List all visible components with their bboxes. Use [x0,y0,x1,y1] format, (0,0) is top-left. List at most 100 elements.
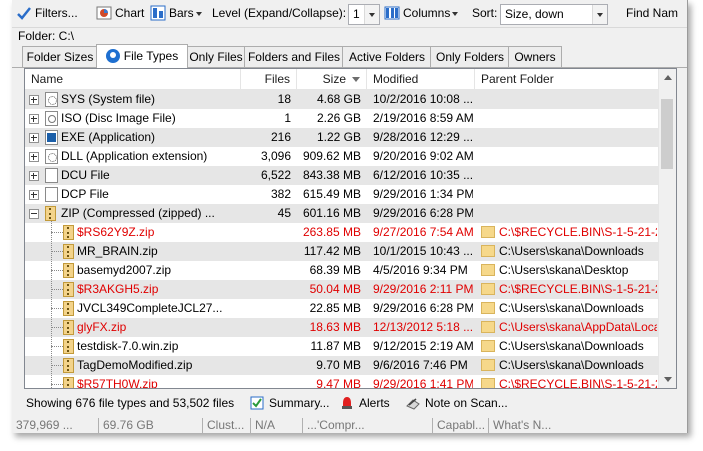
row-modified: 12/13/2012 5:18 ... [373,320,473,334]
row-name: EXE (Application) [61,130,156,144]
file-row[interactable]: TagDemoModified.zip 9.70 MB 9/6/2016 7:46 … [25,356,659,375]
tab-folder-sizes[interactable]: Folder Sizes [22,46,98,67]
alerts-button[interactable]: Alerts [340,392,390,414]
bottom-capability: Capabl... [432,418,485,433]
chart-button[interactable]: Chart [96,4,144,22]
file-row[interactable]: $R57TH0W.zip 9.47 MB 9/29/2016 1:41 PM C:\$… [25,375,659,388]
find-name-button[interactable]: Find Nam [626,4,678,22]
file-type-row[interactable]: DCP File 382 615.49 MB 9/29/2016 1:34 PM [25,185,659,204]
zip-icon [63,358,74,373]
row-files: 18 [277,92,291,106]
tab-active-folders[interactable]: Active Folders [342,46,432,67]
file-row[interactable]: glyFX.zip 18.63 MB 12/13/2012 5:18 ... C:\U… [25,318,659,337]
sort-combobox[interactable]: Size, down [500,4,608,25]
bars-dropdown[interactable]: Bars [150,4,202,22]
folder-icon [481,226,495,238]
file-type-row[interactable]: DCU File 6,522 843.38 MB 6/12/2016 10:35 ..… [25,166,659,185]
file-row[interactable]: testdisk-7.0.win.zip 11.87 MB 9/12/2015 2:… [25,337,659,356]
folder-icon [481,245,495,257]
row-name: ZIP (Compressed (zipped) ... [61,206,215,220]
row-modified: 9/29/2016 1:41 PM [373,377,473,388]
column-header-size[interactable]: Size [297,69,367,89]
expand-icon[interactable] [29,171,39,181]
level-dropdown-button[interactable] [364,5,379,24]
file-type-row[interactable]: EXE (Application) 216 1.22 GB 9/28/2016 12:… [25,128,659,147]
row-size: 615.49 MB [302,187,361,201]
column-header-files[interactable]: Files [241,69,297,89]
tab-file-types[interactable]: File Types [96,44,188,68]
file-type-row[interactable]: DLL (Application extension) 3,096 909.62 M… [25,147,659,166]
row-name: JVCL349CompleteJCL27... [77,301,223,315]
tab-only-folders[interactable]: Only Folders [430,46,510,67]
bottom-cluster-label: Clust... [202,418,244,433]
row-files [241,356,291,375]
row-modified: 4/5/2016 9:34 PM [373,263,468,277]
document-icon [45,168,58,183]
file-row[interactable]: MR_BRAIN.zip 117.42 MB 10/1/2015 10:43 ...… [25,242,659,261]
sort-dropdown-button[interactable] [592,5,607,24]
scroll-thumb[interactable] [661,99,673,169]
file-type-row[interactable]: ISO (Disc Image File) 1 2.26 GB 2/19/2016 8… [25,109,659,128]
level-combobox[interactable]: 1 [348,4,380,25]
vertical-scrollbar[interactable] [658,69,676,388]
row-name: $RS62Y9Z.zip [77,225,155,239]
document-icon [45,187,58,202]
chart-icon [96,6,112,20]
row-modified: 9/28/2016 12:29 ... [373,130,473,144]
chevron-up-icon [664,75,672,80]
tree-connector [51,308,63,309]
file-row[interactable]: JVCL349CompleteJCL27... 22.85 MB 9/29/2016… [25,299,659,318]
tree-connector [51,327,63,328]
row-name: $R57TH0W.zip [77,377,158,388]
column-header-parent-folder[interactable]: Parent Folder [475,69,659,89]
folder-icon [481,302,495,314]
row-size: 263.85 MB [302,225,361,239]
status-bar: Showing 676 file types and 53,502 files … [24,392,675,414]
zip-icon [63,263,74,278]
expand-icon[interactable] [29,95,39,105]
file-types-list[interactable]: Name Files Size Modified Parent Folder S… [24,68,677,389]
file-type-row[interactable]: SYS (System file) 18 4.68 GB 10/2/2016 10:0… [25,90,659,109]
collapse-icon[interactable] [29,209,39,219]
row-files: 3,096 [260,149,291,163]
filters-button[interactable]: Filters... [16,4,78,22]
view-tabs: Folder Sizes File Types Only Files Folde… [12,44,687,68]
tab-folders-and-files[interactable]: Folders and Files [244,46,344,67]
file-row[interactable]: $RS62Y9Z.zip 263.85 MB 9/27/2016 7:54 AM C:… [25,223,659,242]
row-modified: 9/6/2016 7:46 PM [373,358,468,372]
file-types-icon [105,48,120,63]
row-parent-folder: C:\Users\skana\AppData\Loca... [499,320,657,334]
bottom-status-strip: 379,969 ... 69.76 GB Clust... N/A ...'Co… [12,418,687,433]
row-modified: 9/27/2016 7:54 AM [373,225,473,239]
column-header-name[interactable]: Name [25,69,241,89]
file-type-row[interactable]: ZIP (Compressed (zipped) ... 45 601.16 MB 9… [25,204,659,223]
tree-connector [51,346,63,347]
chevron-down-icon [664,377,672,382]
row-size: 117.42 MB [303,244,361,258]
tab-owners[interactable]: Owners [508,46,562,67]
row-size: 11.87 MB [310,339,361,353]
tab-only-files[interactable]: Only Files [186,46,246,67]
file-row[interactable]: basemyd2007.zip 68.39 MB 4/5/2016 9:34 PM C… [25,261,659,280]
columns-dropdown[interactable]: Columns [384,4,459,22]
zip-icon [45,206,56,221]
column-header-modified[interactable]: Modified [367,69,475,89]
list-rows: SYS (System file) 18 4.68 GB 10/2/2016 10:0… [25,90,659,388]
expand-icon[interactable] [29,133,39,143]
expand-icon[interactable] [29,152,39,162]
folder-icon [481,264,495,276]
note-icon [406,398,420,410]
summary-button[interactable]: Summary... [250,392,329,414]
expand-icon[interactable] [29,114,39,124]
chevron-down-icon [369,13,375,17]
row-files [241,280,291,299]
note-on-scan-button[interactable]: Note on Scan... [406,392,508,414]
row-files [241,318,291,337]
row-size: 4.68 GB [316,92,361,106]
expand-icon[interactable] [29,190,39,200]
scroll-up-button[interactable] [659,69,676,86]
row-parent-folder: C:\Users\skana\Downloads [499,339,644,353]
scroll-down-button[interactable] [659,371,676,388]
zip-icon [63,339,74,354]
file-row[interactable]: $R3AKGH5.zip 50.04 MB 9/29/2016 2:11 PM C:\… [25,280,659,299]
